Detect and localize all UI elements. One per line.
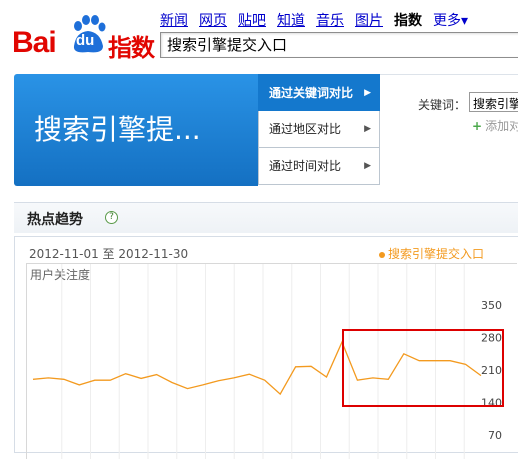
baidu-index-logo[interactable]: Bai du 指数 (12, 10, 155, 62)
nav-tieba[interactable]: 贴吧 (238, 10, 266, 29)
nav-news[interactable]: 新闻 (160, 10, 188, 29)
compare-by-keyword-label: 通过关键词对比 (269, 86, 354, 100)
highlight-annotation-box (342, 329, 504, 407)
help-icon[interactable]: ? (105, 211, 118, 224)
keyword-input-wrap (469, 92, 518, 112)
search-box (160, 32, 518, 58)
keyword-label: 关键词： (418, 98, 467, 112)
plus-icon: + (472, 119, 483, 133)
compare-by-time[interactable]: 通过时间对比 ▶ (258, 148, 380, 185)
nav-more-dropdown[interactable]: 更多▾ (433, 10, 468, 29)
logo-product-text: 指数 (108, 34, 155, 62)
y-tick-label: 350 (481, 299, 502, 312)
compare-menu: 通过关键词对比 ▶ 通过地区对比 ▶ 通过时间对比 ▶ (258, 74, 380, 186)
nav-web[interactable]: 网页 (199, 10, 227, 29)
search-input[interactable] (161, 33, 513, 55)
logo-bai-text: Bai (12, 26, 57, 59)
keyword-input[interactable] (470, 94, 518, 111)
legend-label: 搜索引擎提交入口 (388, 247, 485, 261)
chart-date-range: 2012-11-01 至 2012-11-30 (29, 247, 189, 261)
banner-keyword: 搜索引擎提... (34, 113, 201, 146)
keyword-compare-panel: 关键词： +添加对 (380, 74, 518, 187)
compare-by-keyword[interactable]: 通过关键词对比 ▶ (258, 74, 380, 111)
logo-du-text: du (76, 32, 95, 49)
nav-music[interactable]: 音乐 (316, 10, 344, 29)
arrow-right-icon: ▶ (364, 161, 371, 171)
hot-trend-header: 热点趋势 ? (14, 202, 518, 233)
compare-by-time-label: 通过时间对比 (269, 159, 342, 173)
arrow-right-icon: ▶ (364, 88, 371, 98)
add-compare-label: 添加对 (485, 119, 518, 133)
compare-by-region[interactable]: 通过地区对比 ▶ (258, 111, 380, 148)
add-compare-link[interactable]: + 添加对 (472, 117, 518, 134)
arrow-right-icon: ▶ (364, 124, 371, 134)
keyword-banner: 搜索引擎提... (14, 74, 258, 186)
chart-legend: 搜索引擎提交入口 (379, 245, 484, 262)
hot-trend-title: 热点趋势 (27, 212, 83, 228)
top-navigation: 新闻 网页 贴吧 知道 音乐 图片 指数 更多▾ (160, 10, 468, 29)
compare-by-region-label: 通过地区对比 (269, 122, 342, 136)
nav-index: 指数 (394, 13, 422, 29)
y-tick-label: 70 (488, 429, 502, 442)
nav-images[interactable]: 图片 (355, 10, 383, 29)
nav-zhidao[interactable]: 知道 (277, 10, 305, 29)
legend-dot-icon (379, 251, 385, 258)
